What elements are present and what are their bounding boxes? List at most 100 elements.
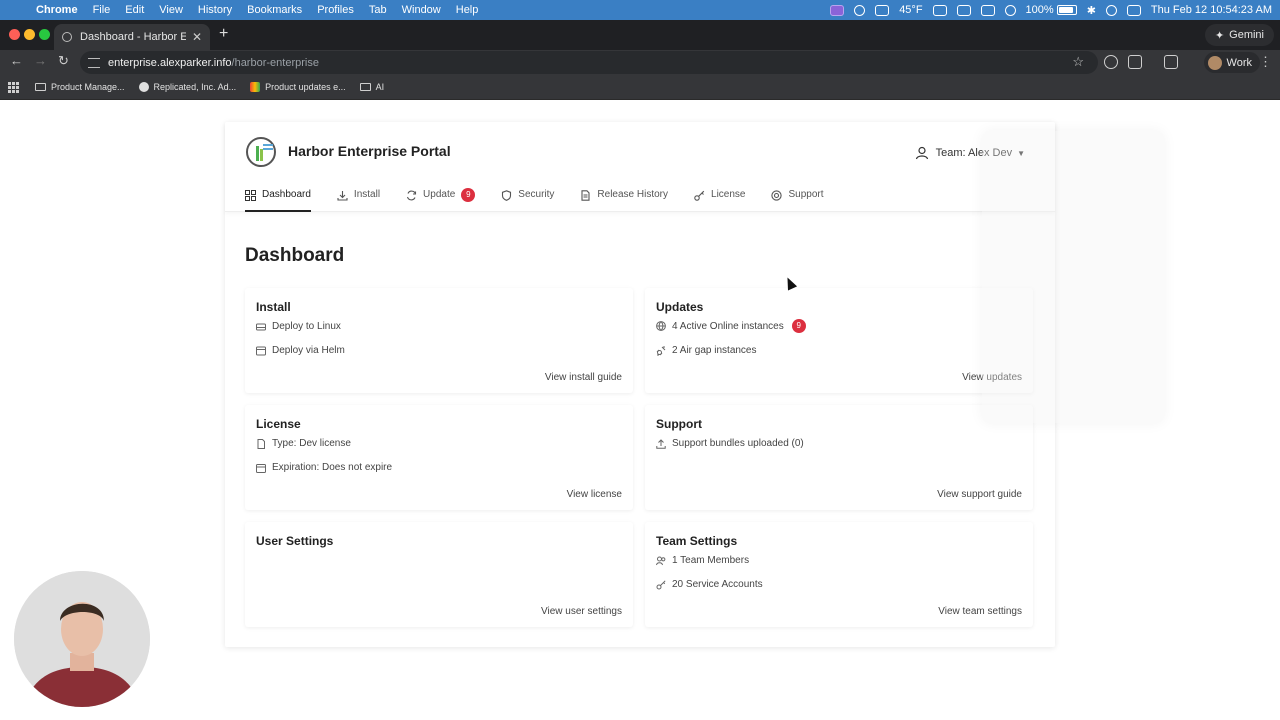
user-settings-card: User Settings View user settings [245,522,633,627]
shield-icon [502,190,512,201]
portal-brand-title[interactable]: Harbor Enterprise Portal [288,143,451,159]
gemini-button[interactable]: ✦ Gemini [1204,24,1274,46]
bookmark-folder-product-manage[interactable]: Product Manage... [35,82,125,92]
apps-grid-icon[interactable] [8,81,19,93]
clock-app-icon[interactable] [1004,4,1016,16]
card-title: Updates [656,300,704,314]
extensions-puzzle-icon[interactable] [1128,55,1142,69]
menu-tab[interactable]: Tab [369,4,387,16]
update-count-badge: 9 [461,188,476,202]
row-label: Deploy via Helm [272,345,345,356]
tab-security[interactable]: Security [501,186,554,212]
browser-tab-strip: Dashboard - Harbor Enterpris ✕ + ✦ Gemin… [0,20,1280,50]
url-host: enterprise.alexparker.info [108,56,232,69]
online-instances-item: 4 Active Online instances 9 [656,319,806,333]
window-close-button[interactable] [9,29,20,40]
menu-view[interactable]: View [159,4,183,16]
profile-avatar [1207,55,1222,70]
weather-readout[interactable]: 45°F [899,4,922,16]
harbor-logo-icon [246,137,276,167]
tab-title: Dashboard - Harbor Enterpris [80,31,186,43]
macos-menubar: Chrome File Edit View History Bookmarks … [0,0,1280,20]
keyboard-icon[interactable] [980,4,995,16]
license-type-item: Type: Dev license [256,438,351,449]
view-team-settings-link[interactable]: View team settings [938,606,1022,617]
team-members-item: 1 Team Members [656,555,749,566]
row-label: Type: Dev license [272,438,351,449]
menu-bookmarks[interactable]: Bookmarks [247,4,302,16]
menubar-status-area: 45°F 100% ✱ Thu Feb 12 10:54:23 AM [830,0,1272,20]
tab-install[interactable]: Install [337,186,380,212]
window-minimize-button[interactable] [24,29,35,40]
row-label: 1 Team Members [672,555,750,566]
presenter-avatar [14,571,150,707]
tab-favicon-icon [62,32,72,42]
grid-icon [245,190,256,201]
tab-label: Release History [597,189,669,200]
window-zoom-button[interactable] [39,29,50,40]
upload-icon [656,438,666,449]
tab-release-history[interactable]: Release History [580,186,668,212]
control-center-icon[interactable] [1126,4,1141,16]
bookmark-replicated[interactable]: Replicated, Inc. Ad... [138,82,237,92]
menu-app-chrome[interactable]: Chrome [36,4,78,16]
tab-close-icon[interactable]: ✕ [192,30,202,44]
view-support-guide-link[interactable]: View support guide [937,489,1022,500]
download-icon [337,191,348,201]
view-install-guide-link[interactable]: View install guide [545,372,622,383]
menu-window[interactable]: Window [402,4,441,16]
password-extension-icon[interactable] [1104,55,1118,69]
forward-arrow-icon[interactable]: → [34,53,47,68]
chrome-menu-kebab-icon[interactable]: ⋮ [1259,54,1272,70]
menu-profiles[interactable]: Profiles [317,4,354,16]
bluetooth-icon[interactable]: ✱ [1087,4,1096,17]
bookmark-folder-ai[interactable]: AI [359,82,384,92]
faded-popup-overlay [982,131,1164,423]
support-bundles-item: Support bundles uploaded (0) [656,438,804,449]
browser-tab-active[interactable]: Dashboard - Harbor Enterpris ✕ [54,24,210,50]
menu-history[interactable]: History [198,4,232,16]
screenshot-icon[interactable] [875,4,890,16]
site-info-icon[interactable] [88,57,100,68]
tab-update[interactable]: Update 9 [406,186,476,212]
menu-help[interactable]: Help [456,4,479,16]
broken-link-icon [656,346,666,355]
address-bar[interactable]: enterprise.alexparker.info/harbor-enterp… [80,51,1098,74]
tray-app-icon[interactable] [932,4,947,16]
server-icon [256,323,266,330]
menu-file[interactable]: File [93,4,111,16]
airgap-instances-item: 2 Air gap instances [656,345,757,356]
onepassword-icon[interactable] [854,4,866,16]
tab-dashboard[interactable]: Dashboard [245,186,311,212]
battery-indicator[interactable]: 100% [1026,4,1077,16]
service-accounts-item: 20 Service Accounts [656,579,763,590]
team-settings-card: Team Settings 1 Team Members 20 Service … [645,522,1033,627]
row-label: Deploy to Linux [272,321,341,332]
menubar-clock[interactable]: Thu Feb 12 10:54:23 AM [1151,4,1272,16]
reload-icon[interactable]: ↻ [58,53,69,69]
screen-record-icon[interactable] [830,4,845,16]
card-title: Support [656,417,702,431]
view-user-settings-link[interactable]: View user settings [541,606,622,617]
file-icon [257,438,265,449]
profile-chip[interactable]: Work [1203,52,1260,73]
bookmark-star-icon[interactable]: ☆ [1072,54,1084,70]
tab-label: Install [353,189,381,200]
back-arrow-icon[interactable]: ← [10,53,23,68]
card-title: License [256,417,301,431]
tab-license[interactable]: License [694,186,745,212]
folder-icon [35,83,46,91]
side-panel-icon[interactable] [1164,55,1178,69]
tab-support[interactable]: Support [771,186,824,212]
wifi-icon[interactable] [1105,4,1117,16]
slack-status-icon[interactable] [956,4,971,16]
profile-label: Work [1226,56,1252,69]
users-icon [656,556,666,565]
bookmark-product-updates[interactable]: Product updates e... [250,82,346,92]
document-icon [581,190,590,201]
bookmark-label: Replicated, Inc. Ad... [153,82,237,92]
card-title: User Settings [256,534,334,548]
view-license-link[interactable]: View license [567,489,622,500]
new-tab-plus-icon[interactable]: + [219,25,228,43]
menu-edit[interactable]: Edit [125,4,144,16]
